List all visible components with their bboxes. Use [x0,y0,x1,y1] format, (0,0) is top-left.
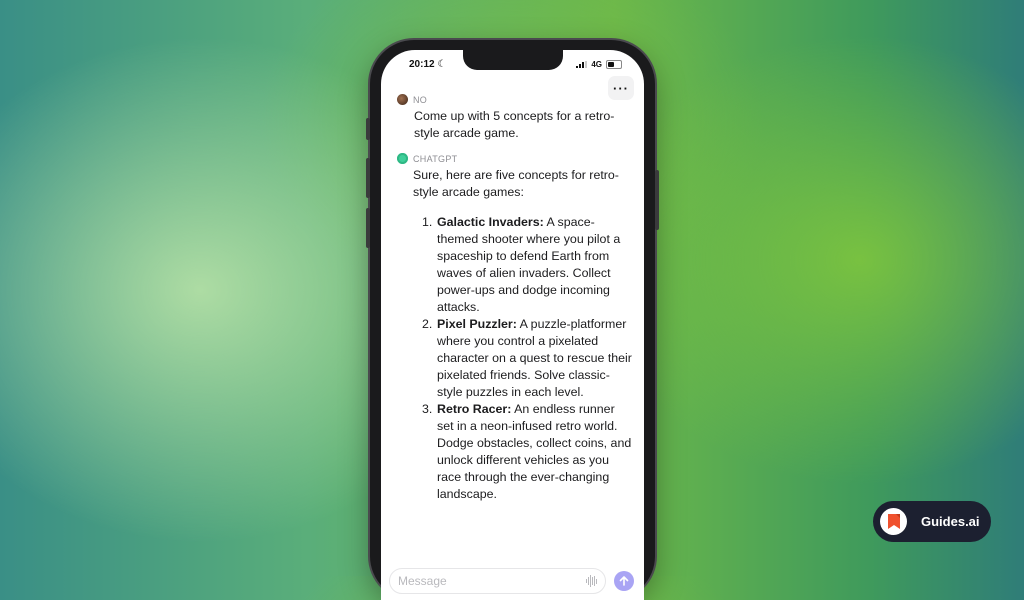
silent-switch [366,118,370,140]
item-title: Galactic Invaders: [437,215,544,229]
status-bar: 20:12 ☾ 4G [409,57,622,71]
badge-label: Guides.ai [921,514,980,529]
assistant-sender-label: CHATGPT [413,153,458,164]
list-item: 1. Galactic Invaders: A space-themed shoo… [422,215,621,314]
user-avatar [397,94,408,105]
network-label: 4G [591,59,602,69]
power-button [655,170,659,230]
battery-icon [606,59,622,69]
volume-up-button [366,158,370,198]
message-input[interactable]: Message [389,568,606,594]
status-time: 20:12 ☾ [409,58,447,70]
voice-waveform-icon[interactable] [586,575,597,587]
item-title: Retro Racer: [437,402,512,416]
assistant-intro: Sure, here are five concepts for retro-s… [413,168,619,199]
phone-device: 20:12 ☾ 4G ··· NO Come up with 5 concept… [366,40,659,600]
item-body: An endless runner set in a neon-infused … [437,402,632,501]
user-message-text: Come up with 5 concepts for a retro-styl… [414,109,615,140]
arrow-up-icon [619,576,629,586]
message-placeholder: Message [398,574,447,588]
composer: Message [389,568,634,594]
signal-icon [576,60,588,68]
concept-list: 1. Galactic Invaders: A space-themed shoo… [413,214,632,503]
guides-logo [880,508,907,535]
list-item: 3. Retro Racer: An endless runner set in … [422,402,632,501]
send-button[interactable] [614,571,634,591]
list-item: 2. Pixel Puzzler: A puzzle-platformer whe… [422,317,632,399]
chatgpt-avatar [397,153,408,164]
volume-down-button [366,208,370,248]
user-message: NO Come up with 5 concepts for a retro-s… [397,94,632,142]
user-sender-label: NO [413,94,428,105]
guides-ai-badge: Guides.ai [873,501,991,542]
phone-screen: 20:12 ☾ 4G ··· NO Come up with 5 concept… [381,50,644,600]
moon-icon: ☾ [437,58,447,70]
item-body: A space-themed shooter where you pilot a… [437,215,621,314]
item-title: Pixel Puzzler: [437,317,517,331]
bookmark-icon [887,514,900,529]
assistant-message: CHATGPT Sure, here are five concepts for… [397,153,632,503]
